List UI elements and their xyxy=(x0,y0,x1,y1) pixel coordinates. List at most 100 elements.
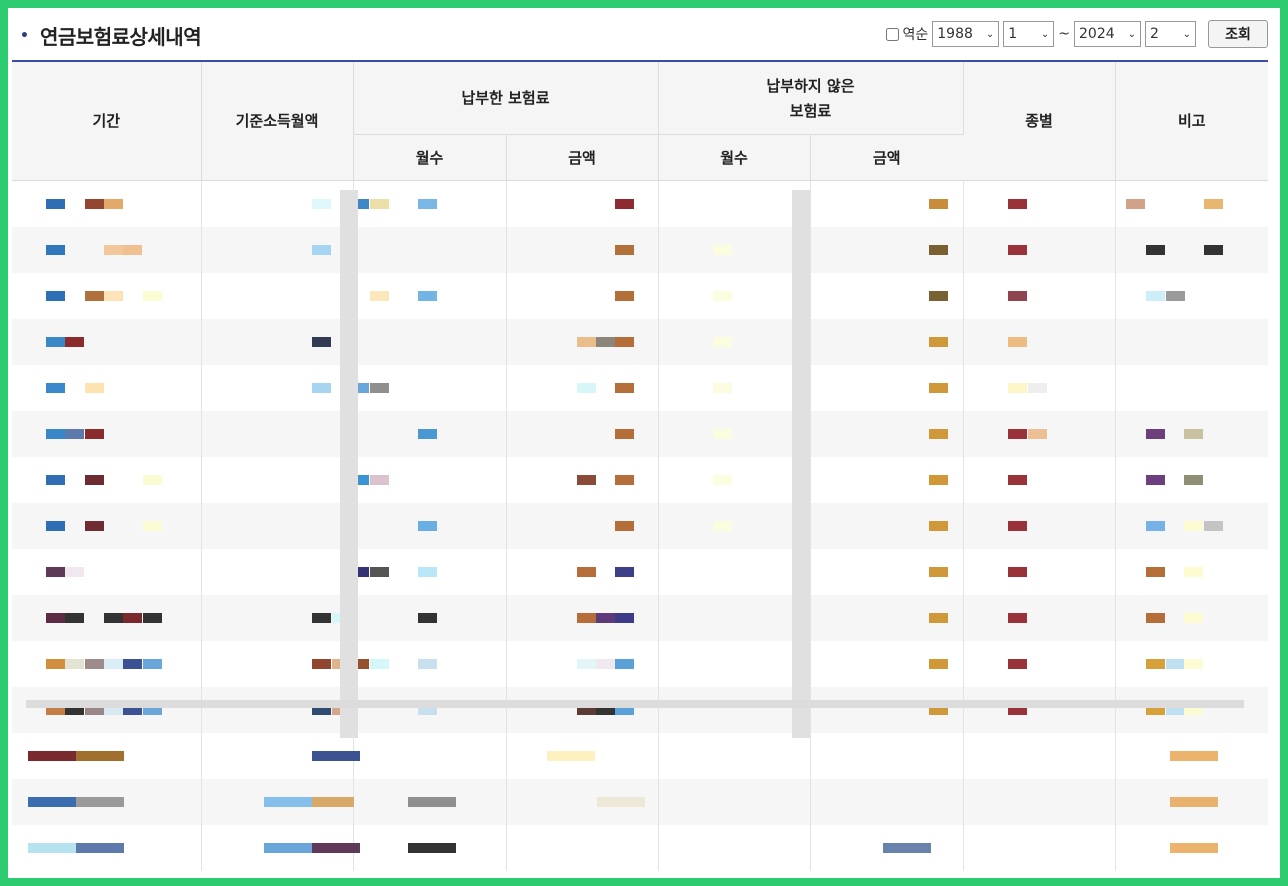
table-cell xyxy=(506,502,659,549)
table-row xyxy=(12,410,1268,457)
table-cell xyxy=(12,594,202,641)
table-cell xyxy=(353,456,507,503)
redacted-block xyxy=(104,612,123,623)
pension-detail-panel: • 연금보험료상세내역 역순 1988 ⌄ 1 ⌄ ~ 2024 ⌄ 2 ⌄ 조회 xyxy=(8,8,1280,878)
table-row xyxy=(12,548,1268,595)
redacted-block xyxy=(928,612,948,623)
table-cell xyxy=(1115,273,1268,319)
table-cell xyxy=(12,824,202,871)
redacted-block xyxy=(614,566,634,577)
redacted-block xyxy=(407,796,456,807)
table-cell xyxy=(810,640,964,687)
redacted-block xyxy=(1145,244,1165,255)
redacted-block xyxy=(85,382,104,393)
table-cell xyxy=(506,640,659,687)
redacted-block xyxy=(65,336,84,347)
table-cell xyxy=(201,502,389,549)
redacted-block xyxy=(46,474,65,485)
redacted-block xyxy=(417,566,437,577)
redacted-block xyxy=(1007,382,1027,393)
redacted-block xyxy=(123,244,142,255)
table-body xyxy=(12,180,1268,871)
from-month-select[interactable]: 1 ⌄ xyxy=(1003,21,1055,47)
header-paid: 납부한 보험료 xyxy=(353,62,659,135)
from-year-select[interactable]: 1988 ⌄ xyxy=(932,21,1000,47)
table-cell xyxy=(353,226,507,273)
table-row xyxy=(12,640,1268,687)
redacted-block xyxy=(1007,658,1027,669)
to-month-select[interactable]: 2 ⌄ xyxy=(1145,21,1196,47)
table-cell xyxy=(963,180,1116,227)
redacted-block xyxy=(104,198,123,209)
chevron-down-icon: ⌄ xyxy=(985,28,995,40)
header-type: 종별 xyxy=(963,62,1116,181)
redacted-block xyxy=(1145,658,1165,669)
bullet-icon: • xyxy=(20,28,29,44)
redacted-block xyxy=(143,612,162,623)
redacted-block xyxy=(311,244,331,255)
redacted-block xyxy=(104,290,123,301)
redacted-block xyxy=(263,796,312,807)
search-button[interactable]: 조회 xyxy=(1208,20,1268,48)
table-cell xyxy=(201,640,389,687)
table-cell xyxy=(12,456,202,503)
table-row xyxy=(12,594,1268,641)
reverse-order-checkbox[interactable] xyxy=(885,27,899,41)
redacted-block xyxy=(1183,566,1203,577)
redacted-block xyxy=(1183,474,1203,485)
table-cell xyxy=(201,456,389,503)
table-cell xyxy=(658,686,811,733)
redacted-block xyxy=(576,566,596,577)
redacted-block xyxy=(1145,290,1165,301)
redacted-block xyxy=(1183,612,1203,623)
to-year-select[interactable]: 2024 ⌄ xyxy=(1074,21,1141,47)
table-cell xyxy=(353,272,507,319)
redacted-block xyxy=(76,796,124,807)
redacted-block xyxy=(614,198,634,209)
redacted-block xyxy=(46,290,65,301)
redacted-block xyxy=(576,658,596,669)
redacted-block xyxy=(614,244,634,255)
table-cell xyxy=(1115,641,1268,687)
table-cell xyxy=(1115,594,1268,641)
redacted-block xyxy=(576,612,596,623)
table-cell xyxy=(506,594,659,641)
redacted-block xyxy=(1125,198,1145,209)
redacted-block xyxy=(1007,198,1027,209)
table-cell xyxy=(12,318,202,365)
redacted-block xyxy=(1169,842,1218,853)
redacted-block xyxy=(417,290,437,301)
redacted-block xyxy=(123,658,142,669)
redacted-block xyxy=(46,382,65,393)
redacted-block xyxy=(143,290,162,301)
table-cell xyxy=(201,686,389,733)
redacted-block xyxy=(1007,244,1027,255)
range-separator: ~ xyxy=(1058,26,1070,42)
redacted-block xyxy=(417,428,437,439)
header-note: 비고 xyxy=(1115,62,1268,181)
table-cell xyxy=(963,732,1116,779)
table-cell xyxy=(810,732,964,779)
redacted-block xyxy=(928,244,948,255)
table-cell xyxy=(353,686,507,733)
redacted-block xyxy=(712,290,732,301)
table-cell xyxy=(1115,226,1268,273)
table-cell xyxy=(810,502,964,549)
table-cell xyxy=(1115,825,1268,871)
reverse-order-label: 역순 xyxy=(902,27,929,43)
redacted-block xyxy=(712,520,732,531)
redacted-block xyxy=(614,520,634,531)
table-cell xyxy=(201,180,389,227)
redacted-block xyxy=(614,336,634,347)
redacted-block xyxy=(46,336,65,347)
page-title: 연금보험료상세내역 xyxy=(40,25,202,49)
table-cell xyxy=(506,272,659,319)
redacted-block xyxy=(85,520,104,531)
redacted-block xyxy=(1203,244,1223,255)
redacted-block xyxy=(1145,474,1165,485)
table-cell xyxy=(810,594,964,641)
redacted-block xyxy=(1007,520,1027,531)
table-cell xyxy=(658,364,811,411)
redacted-block xyxy=(576,474,596,485)
redacted-block xyxy=(85,658,104,669)
